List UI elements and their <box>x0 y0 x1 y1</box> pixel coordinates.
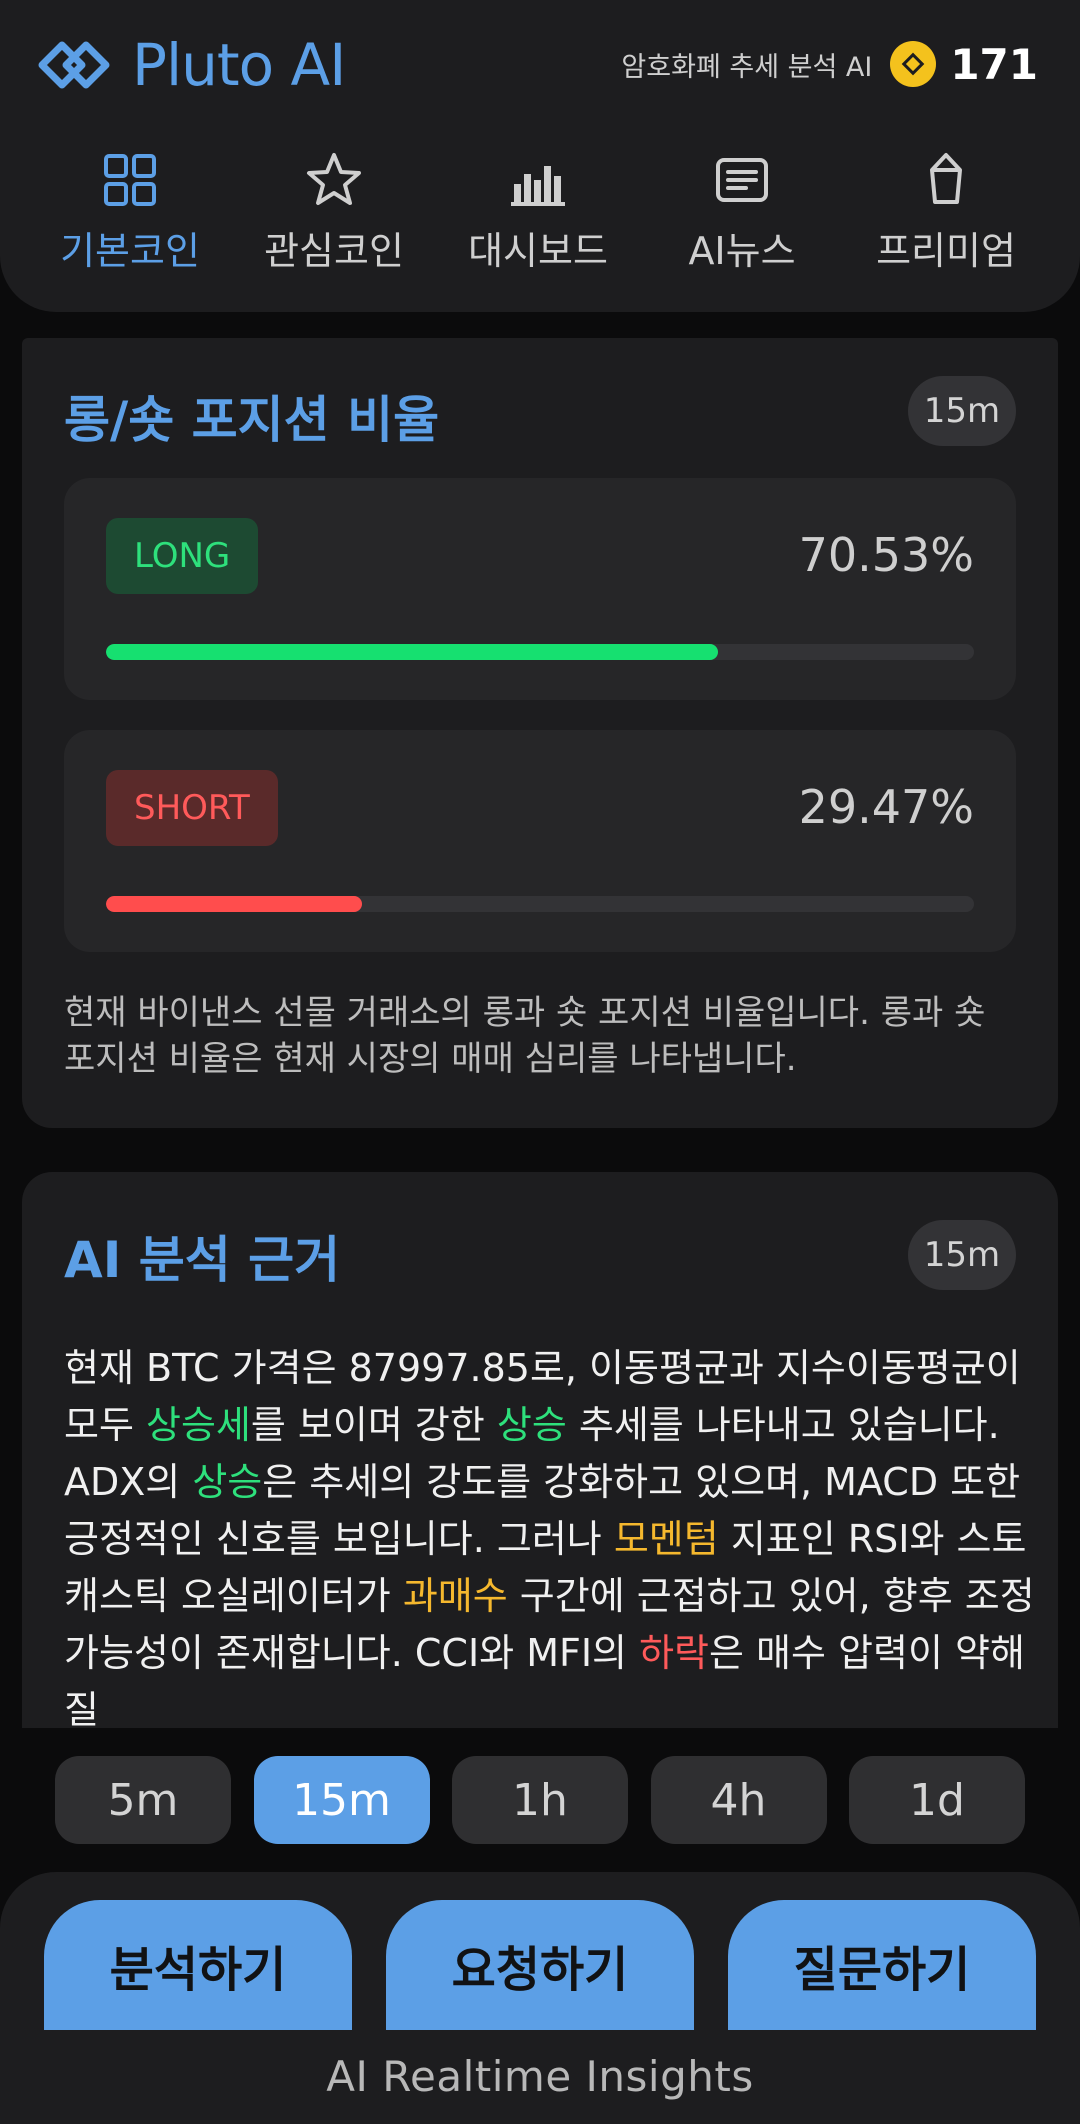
ai-analysis-card: AI 분석 근거 15m 현재 BTC 가격은 87997.85로, 이동평균과… <box>22 1172 1058 1728</box>
analysis-title: AI 분석 근거 <box>64 1231 341 1289</box>
analysis-highlight-yellow: 모멘텀 <box>613 1517 719 1561</box>
app-subtitle: 암호화폐 추세 분석 AI <box>621 51 873 83</box>
ratio-timeframe-badge: 15m <box>908 376 1016 446</box>
main-nav: 기본코인 관심코인 대시보드 AI뉴스 프리미엄 <box>0 150 1080 280</box>
coin-count[interactable]: 171 <box>950 40 1038 89</box>
timeframe-4h-button[interactable]: 4h <box>650 1756 827 1844</box>
action-row: 분석하기 요청하기 질문하기 <box>44 1900 1036 2030</box>
request-button[interactable]: 요청하기 <box>386 1900 694 2030</box>
timeframe-5m-button[interactable]: 5m <box>55 1756 231 1844</box>
nav-item-watchlist[interactable]: 관심코인 <box>232 150 436 280</box>
news-icon <box>716 158 768 202</box>
gem-icon <box>930 153 962 204</box>
nav-label: 대시보드 <box>468 229 608 273</box>
analysis-segment: 를 보이며 강한 <box>250 1403 497 1447</box>
app-header: Pluto AI 암호화폐 추세 분석 AI 171 기본코인 관심코인 대시보… <box>0 0 1080 312</box>
short-percent: 29.47% <box>798 780 974 834</box>
timeframe-15m-button[interactable]: 15m <box>253 1756 430 1844</box>
long-progress-track <box>106 644 974 660</box>
nav-label: AI뉴스 <box>688 229 796 273</box>
bottom-action-bar: 분석하기 요청하기 질문하기 AI Realtime Insights <box>0 1872 1080 2124</box>
analysis-highlight-green: 상승 <box>192 1460 263 1504</box>
analysis-highlight-green: 상승세 <box>146 1403 251 1447</box>
long-percent: 70.53% <box>798 528 974 582</box>
nav-item-premium[interactable]: 프리미엄 <box>844 150 1048 280</box>
star-icon <box>307 153 361 205</box>
ask-button[interactable]: 질문하기 <box>728 1900 1036 2030</box>
short-progress-track <box>106 896 974 912</box>
long-ratio-box: LONG 70.53% <box>64 478 1016 700</box>
footer-tagline: AI Realtime Insights <box>326 2052 754 2101</box>
ratio-description: 현재 바이낸스 선물 거래소의 롱과 숏 포지션 비율입니다. 롱과 숏 포지션… <box>64 993 986 1079</box>
analysis-highlight-red: 하락 <box>639 1631 710 1675</box>
app-logo[interactable]: Pluto AI <box>38 30 346 100</box>
analysis-highlight-green: 상승 <box>496 1403 567 1447</box>
nav-item-dashboard[interactable]: 대시보드 <box>436 150 640 280</box>
nav-label: 관심코인 <box>264 229 404 273</box>
timeframe-selector: 5m 15m 1h 4h 1d <box>55 1756 1025 1844</box>
grid-icon <box>104 154 156 206</box>
ratio-title: 롱/숏 포지션 비율 <box>64 391 440 449</box>
long-badge: LONG <box>106 518 259 594</box>
nav-item-basic-coins[interactable]: 기본코인 <box>28 150 232 280</box>
short-ratio-box: SHORT 29.47% <box>64 730 1016 952</box>
pluto-logo-icon <box>38 41 110 89</box>
analysis-text: 현재 BTC 가격은 87997.85로, 이동평균과 지수이동평균이 모두 상… <box>64 1340 1044 1728</box>
bar-chart-icon <box>511 166 565 206</box>
analyze-button[interactable]: 분석하기 <box>44 1900 352 2030</box>
app-name: Pluto AI <box>132 31 346 99</box>
analysis-highlight-yellow: 과매수 <box>402 1574 508 1618</box>
nav-label: 프리미엄 <box>876 229 1016 273</box>
short-badge: SHORT <box>106 770 278 846</box>
nav-item-ai-news[interactable]: AI뉴스 <box>640 150 844 280</box>
header-right: 암호화폐 추세 분석 AI 171 <box>621 36 1038 92</box>
analysis-timeframe-badge: 15m <box>908 1220 1016 1290</box>
nav-label: 기본코인 <box>60 229 200 273</box>
timeframe-1d-button[interactable]: 1d <box>849 1756 1025 1844</box>
coin-icon <box>890 41 937 87</box>
short-progress-fill <box>106 896 362 912</box>
position-ratio-card: 롱/숏 포지션 비율 15m LONG 70.53% SHORT 29.47% … <box>22 338 1058 1128</box>
long-progress-fill <box>106 644 719 660</box>
timeframe-1h-button[interactable]: 1h <box>452 1756 628 1844</box>
